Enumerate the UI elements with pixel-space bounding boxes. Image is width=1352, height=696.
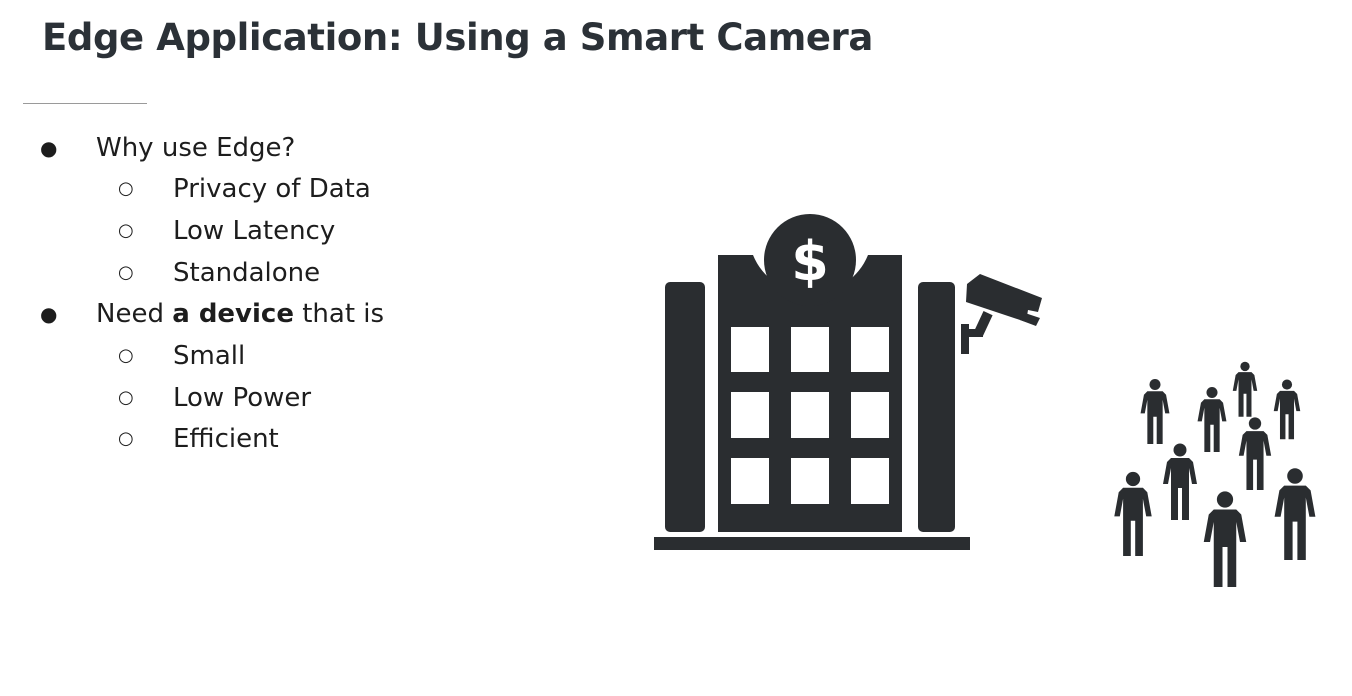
person-figure: [1274, 468, 1316, 560]
building-left-pillar: [665, 282, 705, 532]
person-figure: [1163, 443, 1197, 520]
subbullet-text: Low Power: [173, 383, 312, 413]
person-figure: [1140, 378, 1170, 444]
security-camera-icon: [961, 274, 1042, 354]
subbullet-marker: ○: [118, 345, 134, 366]
subbullet-marker: ○: [118, 262, 134, 283]
subbullet-marker: ○: [118, 220, 134, 241]
bullet-text-pre: Need: [96, 299, 173, 329]
bullet-marker: ●: [40, 302, 58, 326]
title-underline: [23, 103, 147, 104]
bullet-marker: ●: [40, 136, 58, 160]
subbullet-text: Standalone: [173, 258, 321, 288]
subbullet-text: Low Latency: [173, 216, 336, 246]
slide: Edge Application: Using a Smart Camera ●…: [0, 0, 1352, 696]
subbullet-marker: ○: [118, 387, 134, 408]
subbullet-marker: ○: [118, 178, 134, 199]
building-base: [654, 537, 970, 550]
bullet-text-bold: a device: [172, 299, 294, 329]
bank-building-icon: $: [654, 214, 1042, 550]
subbullet-marker: ○: [118, 428, 134, 449]
subbullet-text: Efficient: [173, 424, 279, 454]
bullet-text: Need a device that is: [96, 294, 384, 334]
dollar-sign: $: [791, 230, 829, 293]
building-right-pillar: [918, 282, 955, 532]
building-windows: [731, 327, 889, 504]
bullet-text-post: that is: [293, 299, 385, 329]
subbullet-text: Small: [173, 341, 246, 371]
person-figure: [1197, 386, 1227, 452]
person-figure: [1273, 379, 1301, 440]
subbullet-text: Privacy of Data: [173, 174, 371, 204]
person-figure: [1203, 491, 1247, 587]
slide-title: Edge Application: Using a Smart Camera: [42, 16, 873, 59]
crowd-people-icon: [1114, 361, 1316, 587]
bullet-text: Why use Edge?: [96, 133, 296, 163]
person-figure: [1238, 417, 1272, 490]
person-figure: [1232, 361, 1258, 417]
person-figure: [1114, 471, 1152, 556]
